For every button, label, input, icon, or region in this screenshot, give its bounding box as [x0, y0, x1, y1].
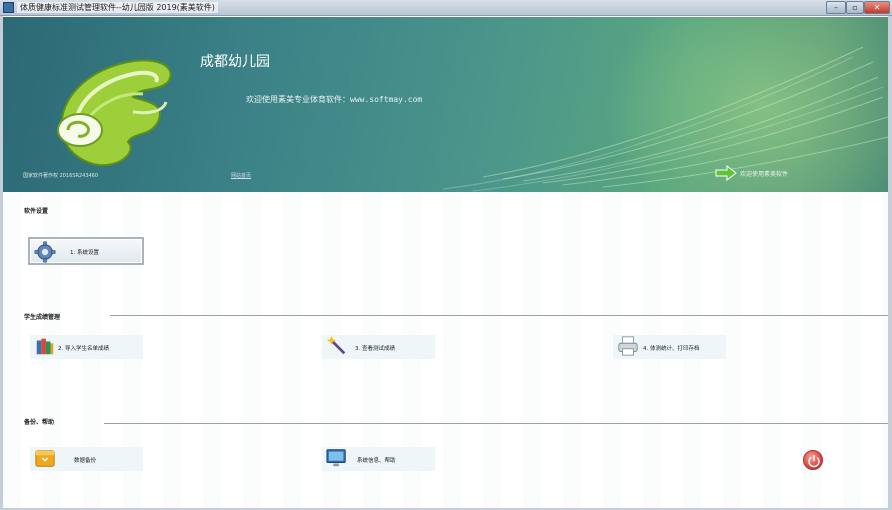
- view-scores-label: 3. 查看测试成绩: [355, 346, 395, 352]
- maximize-button[interactable]: ▫: [846, 1, 864, 14]
- green-arrow-icon: [715, 165, 737, 181]
- registration-number: 国家软件著作权 2016SR243460: [23, 173, 99, 179]
- data-backup-label: 数据备份: [74, 458, 97, 464]
- header-banner: 成都幼儿园 欢迎使用素美专业体育软件：www.softmay.com 国家软件著…: [3, 17, 888, 192]
- window-title: 体质健康标准测试管理软件--幼儿园版 2019(素美软件): [17, 2, 218, 13]
- power-icon: [808, 455, 820, 468]
- section-title-students: 学生成绩管理: [24, 314, 61, 321]
- gear-icon: [34, 241, 56, 263]
- system-settings-label: 1. 系统设置: [70, 250, 99, 256]
- enter-software-link[interactable]: 欢迎使用素美软件: [715, 163, 788, 183]
- school-name: 成都幼儿园: [200, 54, 270, 70]
- divider-backup: [104, 423, 888, 424]
- minimize-button[interactable]: –: [826, 1, 846, 14]
- view-scores-button[interactable]: 3. 查看测试成绩: [322, 335, 435, 359]
- monitor-icon: [326, 449, 346, 467]
- data-backup-button[interactable]: 数据备份: [30, 447, 143, 471]
- close-button[interactable]: ✕: [864, 1, 890, 14]
- wing-logo-icon: [57, 59, 172, 167]
- system-info-help-label: 系统信息、帮助: [357, 458, 396, 464]
- printer-icon: [618, 336, 638, 356]
- section-title-backup: 备份、帮助: [24, 419, 55, 426]
- magic-wand-icon: [326, 335, 346, 355]
- import-students-button[interactable]: 2. 导入学生名单成绩: [30, 335, 143, 359]
- app-icon: [3, 2, 14, 13]
- welcome-text: 欢迎使用素美专业体育软件：www.softmay.com: [246, 95, 423, 104]
- import-students-label: 2. 导入学生名单成绩: [58, 346, 109, 352]
- power-button[interactable]: [803, 450, 823, 470]
- website-link[interactable]: 网站首页: [231, 172, 251, 179]
- window-frame-right: [888, 16, 892, 510]
- system-settings-button[interactable]: 1. 系统设置: [28, 237, 144, 265]
- enter-software-label: 欢迎使用素美软件: [740, 170, 789, 178]
- system-info-help-button[interactable]: 系统信息、帮助: [322, 447, 435, 471]
- section-title-settings: 软件设置: [24, 208, 49, 215]
- stats-print-label: 4. 体测统计、打印存档: [643, 346, 700, 352]
- stats-print-button[interactable]: 4. 体测统计、打印存档: [613, 335, 726, 359]
- books-icon: [36, 338, 54, 355]
- title-bar: 体质健康标准测试管理软件--幼儿园版 2019(素美软件) – ▫ ✕: [0, 0, 892, 16]
- backup-box-icon: [35, 450, 55, 467]
- divider-students: [110, 315, 888, 316]
